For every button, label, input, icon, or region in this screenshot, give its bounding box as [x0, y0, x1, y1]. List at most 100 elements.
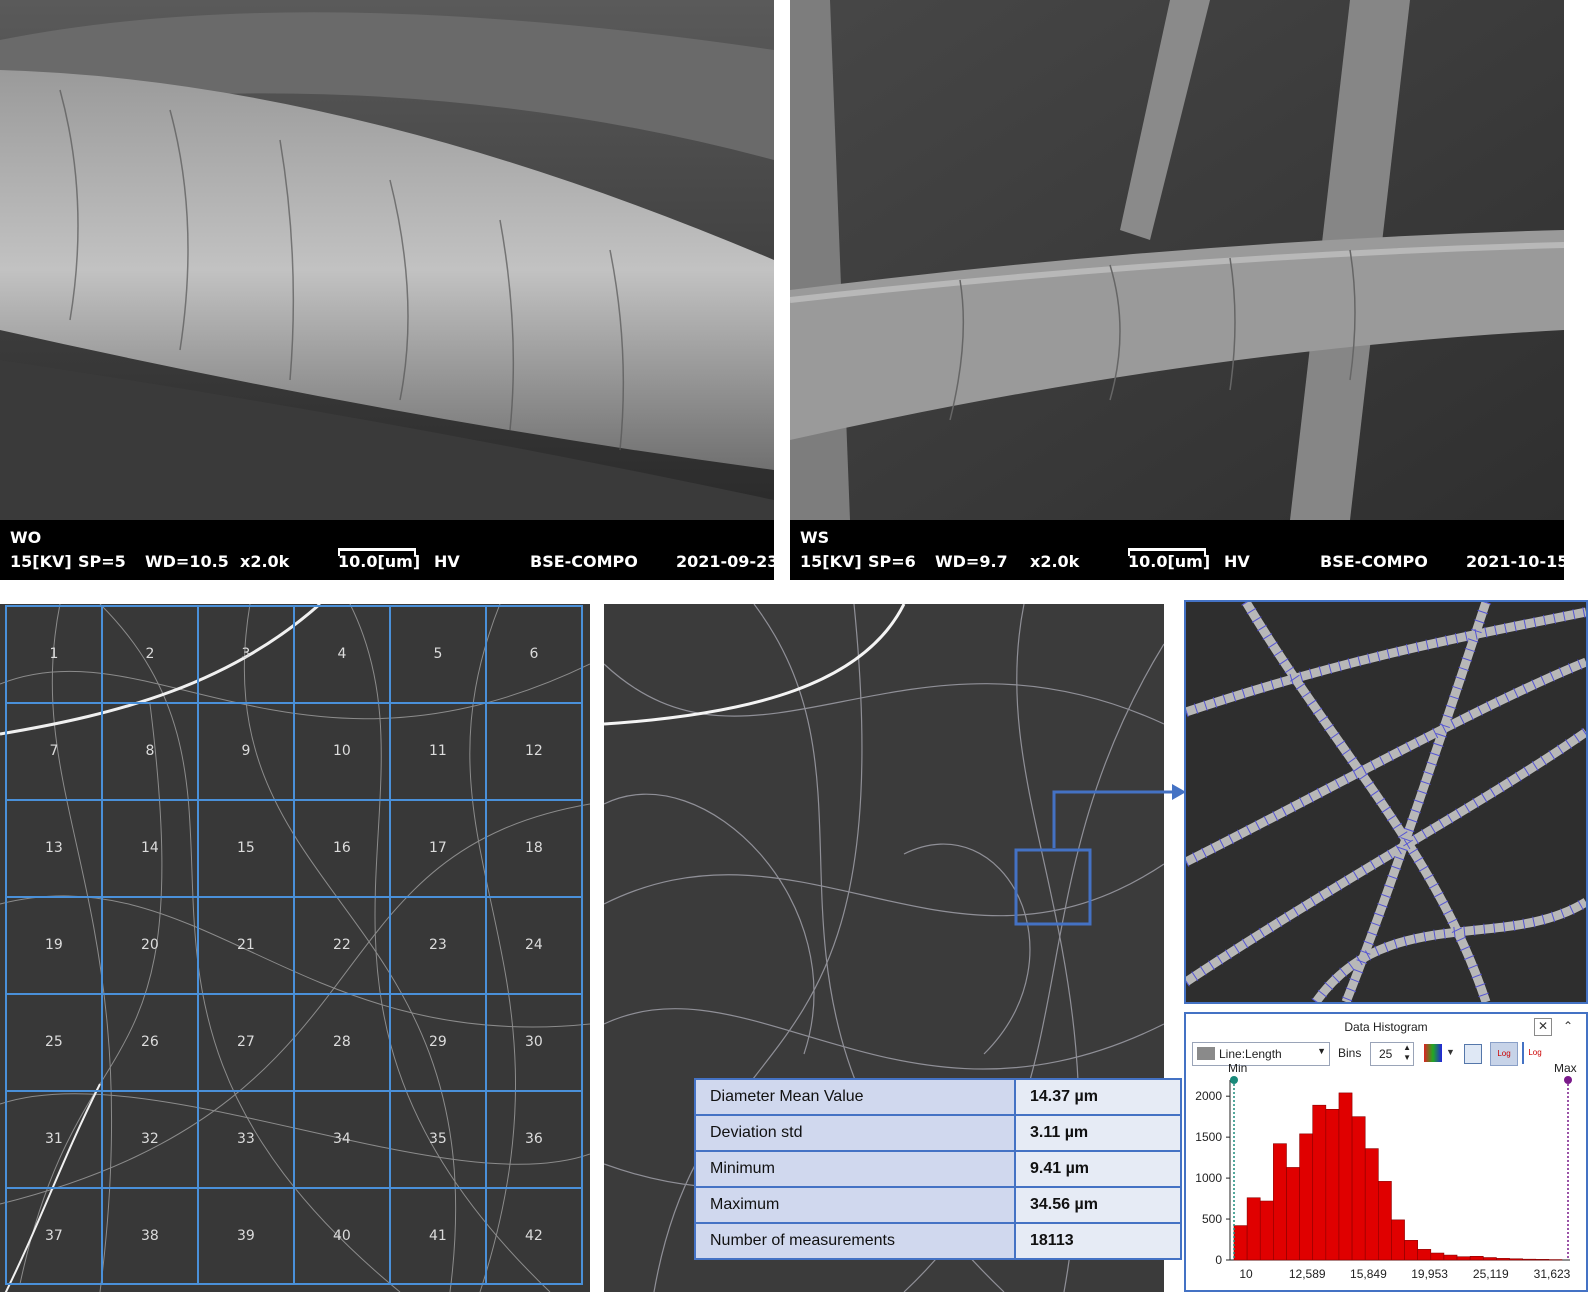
sem-hv: HV — [434, 552, 460, 571]
y-tick-label: 1500 — [1195, 1130, 1222, 1144]
table-row: Maximum 34.56 µm — [694, 1186, 1182, 1224]
color-map-icon[interactable] — [1424, 1044, 1442, 1062]
grid-cell-number: 8 — [145, 743, 155, 759]
log-x-icon[interactable]: Log — [1490, 1042, 1518, 1066]
sem-sp: SP=6 — [868, 552, 916, 571]
grid-cell-number: 33 — [237, 1131, 255, 1147]
collapse-icon[interactable]: ⌃ — [1560, 1018, 1576, 1034]
grid-cell-number: 16 — [333, 840, 351, 856]
export-icon[interactable] — [1464, 1044, 1482, 1064]
grid-cell-number: 10 — [333, 743, 351, 759]
grid-cell-number: 1 — [49, 646, 59, 662]
grid-cell-number: 20 — [141, 937, 159, 953]
sem-kv: 15[KV] — [800, 552, 862, 571]
fiber-zoom-graphic — [1186, 602, 1586, 1002]
grid-cell-number: 19 — [45, 937, 63, 953]
grid-cell-number: 23 — [429, 937, 447, 953]
table-row: Number of measurements 18113 — [694, 1222, 1182, 1260]
bins-stepper[interactable]: 25 ▲ ▼ — [1370, 1042, 1414, 1066]
field-select-value: Line:Length — [1219, 1047, 1282, 1061]
grid-cell-number: 37 — [45, 1228, 63, 1244]
sem-image-ws: WS 15[KV] SP=6 WD=9.7 x2.0k 10.0[um] HV … — [790, 0, 1564, 580]
x-tick-label: 15,849 — [1350, 1267, 1387, 1281]
histogram-bar — [1325, 1108, 1340, 1261]
histogram-bar — [1522, 1258, 1537, 1261]
histogram-bar — [1233, 1225, 1248, 1261]
sem-info-bar: WO 15[KV] SP=5 WD=10.5 x2.0k 10.0[um] HV… — [0, 520, 774, 580]
histogram-bar — [1482, 1257, 1497, 1261]
histogram-bar — [1312, 1104, 1327, 1261]
grid-cell-number: 5 — [433, 646, 443, 662]
y-tick-label: 0 — [1215, 1253, 1222, 1267]
min-marker-handle — [1230, 1076, 1238, 1084]
grid-cell-number: 32 — [141, 1131, 159, 1147]
sem-mag: x2.0k — [240, 552, 290, 571]
histogram-bar — [1273, 1143, 1287, 1261]
grid-cell-number: 2 — [145, 646, 155, 662]
y-tick-label: 500 — [1202, 1212, 1222, 1226]
y-tick-label: 1000 — [1195, 1171, 1222, 1185]
x-tick-label: 25,119 — [1473, 1267, 1509, 1281]
grid-cell-number: 4 — [337, 646, 347, 662]
table-row: Minimum 9.41 µm — [694, 1150, 1182, 1188]
sem-hv: HV — [1224, 552, 1250, 571]
histogram-bar — [1351, 1116, 1366, 1261]
sem-mode: BSE-COMPO — [1320, 552, 1428, 571]
histogram-bar — [1509, 1258, 1523, 1261]
grid-cell-number: 9 — [241, 743, 251, 759]
close-icon[interactable]: ✕ — [1534, 1018, 1552, 1036]
sem-mode: BSE-COMPO — [530, 552, 638, 571]
max-marker-handle — [1564, 1076, 1572, 1084]
bins-label: Bins — [1338, 1046, 1362, 1060]
histogram-bar — [1391, 1219, 1405, 1261]
histogram-bar — [1496, 1258, 1510, 1261]
grid-cell-number: 25 — [45, 1034, 63, 1050]
grid-cell-number: 21 — [237, 937, 255, 953]
histogram-title: Data Histogram — [1344, 1020, 1428, 1034]
log-y-icon[interactable]: Log — [1522, 1042, 1546, 1064]
histogram-bar — [1430, 1252, 1445, 1261]
grid-cell-number: 6 — [529, 646, 539, 662]
grid-cell-number: 28 — [333, 1034, 351, 1050]
min-label: Min — [1228, 1064, 1247, 1075]
sem-label: WO — [10, 528, 42, 547]
sem-date: 2021-09-23 — [676, 552, 774, 571]
y-tick-label: 2000 — [1195, 1089, 1222, 1103]
histogram-bar — [1469, 1256, 1484, 1261]
histogram-bar — [1535, 1259, 1550, 1261]
sem-fiber-graphic — [790, 0, 1564, 520]
sem-date: 2021-10-15 — [1466, 552, 1564, 571]
chevron-down-icon[interactable]: ▼ — [1446, 1047, 1455, 1057]
sem-info-bar: WS 15[KV] SP=6 WD=9.7 x2.0k 10.0[um] HV … — [790, 520, 1564, 580]
grid-cell-number: 15 — [237, 840, 255, 856]
sem-image-wo: WO 15[KV] SP=5 WD=10.5 x2.0k 10.0[um] HV… — [0, 0, 774, 580]
x-tick-label: 10 — [1239, 1267, 1253, 1281]
grid-cell-number: 12 — [525, 743, 543, 759]
histogram-bar — [1338, 1092, 1353, 1261]
diameter-stats-table: Diameter Mean Value 14.37 µm Deviation st… — [694, 1078, 1182, 1260]
histogram-bar — [1443, 1254, 1458, 1261]
grid-cell-number: 13 — [45, 840, 63, 856]
histogram-bar — [1404, 1240, 1418, 1261]
stepper-icon: ▲ ▼ — [1403, 1043, 1411, 1062]
histogram-bar — [1299, 1133, 1314, 1261]
grid-cell-number: 14 — [141, 840, 159, 856]
field-select[interactable]: Line:Length ▼ — [1192, 1042, 1330, 1066]
sem-wd: WD=10.5 — [145, 552, 229, 571]
grid-cell-number: 3 — [241, 646, 251, 662]
grid-cell-number: 41 — [429, 1228, 447, 1244]
sem-scale: 10.0[um] — [1128, 548, 1210, 571]
data-histogram-panel: Data Histogram ✕ ⌃ Line:Length ▼ Bins 25… — [1184, 1012, 1588, 1292]
fiber-zoom-image — [1184, 600, 1588, 1004]
grid-cell-number: 34 — [333, 1131, 351, 1147]
fiber-tangle-graphic — [0, 604, 590, 1292]
sem-scale: 10.0[um] — [338, 548, 420, 571]
x-tick-label: 19,953 — [1411, 1267, 1448, 1281]
histogram-bar — [1286, 1167, 1300, 1261]
histogram-bar — [1246, 1197, 1261, 1261]
grid-cell-number: 35 — [429, 1131, 447, 1147]
sem-wd: WD=9.7 — [935, 552, 1008, 571]
bins-value: 25 — [1379, 1047, 1393, 1061]
histogram-bar — [1456, 1256, 1471, 1261]
histogram-bar — [1378, 1181, 1392, 1261]
